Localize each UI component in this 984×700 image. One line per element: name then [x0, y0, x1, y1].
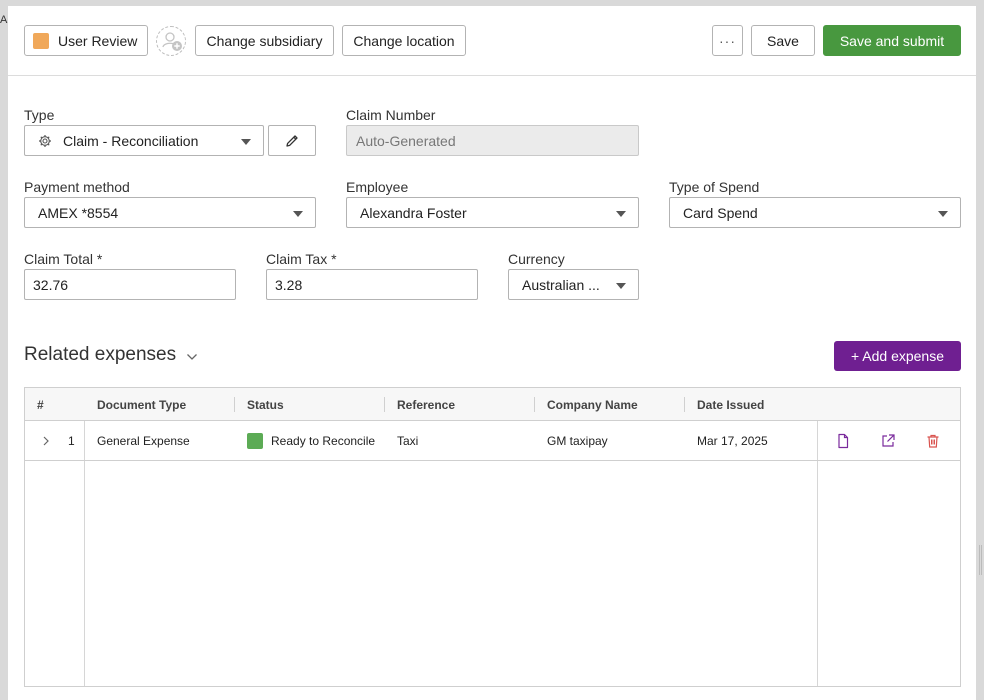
claim-tax-label: Claim Tax *: [266, 251, 337, 267]
column-separator: [534, 397, 535, 412]
column-header-status[interactable]: Status: [247, 388, 284, 421]
row-status-label: Ready to Reconcile: [271, 434, 376, 448]
chevron-right-icon[interactable]: [38, 433, 54, 449]
type-of-spend-select[interactable]: Card Spend: [669, 197, 961, 228]
column-header-company-name[interactable]: Company Name: [547, 388, 638, 421]
type-label: Type: [24, 107, 55, 123]
related-expenses-title: Related expenses: [24, 344, 177, 365]
currency-label: Currency: [508, 251, 565, 267]
column-header-document-type[interactable]: Document Type: [97, 388, 186, 421]
save-and-submit-button[interactable]: Save and submit: [823, 25, 961, 56]
column-separator: [234, 397, 235, 412]
employee-label: Employee: [346, 179, 409, 195]
status-color-swatch: [33, 32, 49, 49]
trash-icon[interactable]: [925, 433, 941, 449]
table-header: # Document Type Status Reference Company…: [25, 388, 960, 421]
claim-tax-input[interactable]: 3.28: [266, 269, 478, 300]
chevron-down-icon: [186, 353, 198, 361]
edit-type-button[interactable]: [268, 125, 316, 156]
claim-number-field: Auto-Generated: [346, 125, 639, 156]
employee-select[interactable]: Alexandra Foster: [346, 197, 639, 228]
change-subsidiary-button[interactable]: Change subsidiary: [195, 25, 334, 56]
external-link-icon[interactable]: [880, 433, 896, 449]
more-options-button[interactable]: ···: [712, 25, 743, 56]
column-header-reference[interactable]: Reference: [397, 388, 455, 421]
chevron-down-icon: [616, 283, 626, 289]
currency-select[interactable]: Australian ...: [508, 269, 639, 300]
row-reference: Taxi: [397, 434, 419, 448]
chevron-down-icon: [616, 211, 626, 217]
related-expenses-header[interactable]: Related expenses: [24, 344, 198, 366]
assign-user-button[interactable]: [156, 26, 186, 56]
expenses-table: # Document Type Status Reference Company…: [24, 387, 961, 687]
add-user-icon: [162, 32, 182, 51]
currency-value: Australian ...: [522, 276, 600, 293]
row-date-issued: Mar 17, 2025: [697, 434, 768, 448]
change-location-button[interactable]: Change location: [342, 25, 466, 56]
save-button[interactable]: Save: [751, 25, 815, 56]
chevron-down-icon: [293, 211, 303, 217]
claim-total-label: Claim Total *: [24, 251, 103, 267]
document-icon[interactable]: [835, 433, 851, 449]
claim-number-label: Claim Number: [346, 107, 436, 123]
type-value: Claim - Reconciliation: [63, 132, 199, 149]
payment-method-select[interactable]: AMEX *8554: [24, 197, 316, 228]
column-separator: [684, 397, 685, 412]
toolbar: User Review Change subsidiary Change loc…: [8, 6, 976, 76]
claim-total-input[interactable]: 32.76: [24, 269, 236, 300]
gear-icon: [38, 134, 52, 148]
type-of-spend-label: Type of Spend: [669, 179, 760, 195]
type-of-spend-value: Card Spend: [683, 204, 758, 221]
resize-handle[interactable]: [979, 545, 982, 575]
table-row[interactable]: 1 General Expense Ready to Reconcile Tax…: [25, 421, 960, 461]
payment-method-label: Payment method: [24, 179, 130, 195]
row-company-name: GM taxipay: [547, 434, 608, 448]
chevron-down-icon: [241, 139, 251, 145]
row-document-type: General Expense: [97, 434, 190, 448]
pencil-icon: [286, 134, 298, 147]
status-label: User Review: [58, 32, 138, 49]
type-select[interactable]: Claim - Reconciliation: [24, 125, 264, 156]
column-header-number: #: [37, 397, 44, 412]
background-window-letter: A: [0, 14, 8, 26]
status-color-swatch: [247, 433, 263, 449]
column-separator: [384, 397, 385, 412]
column-header-date-issued[interactable]: Date Issued: [697, 388, 764, 421]
add-expense-button[interactable]: + Add expense: [834, 341, 961, 371]
claim-panel: User Review Change subsidiary Change loc…: [8, 6, 976, 700]
status-button[interactable]: User Review: [24, 25, 148, 56]
employee-value: Alexandra Foster: [360, 204, 467, 221]
chevron-down-icon: [938, 211, 948, 217]
payment-method-value: AMEX *8554: [38, 204, 119, 221]
row-status: Ready to Reconcile: [247, 421, 375, 461]
row-index: 1: [68, 434, 75, 448]
